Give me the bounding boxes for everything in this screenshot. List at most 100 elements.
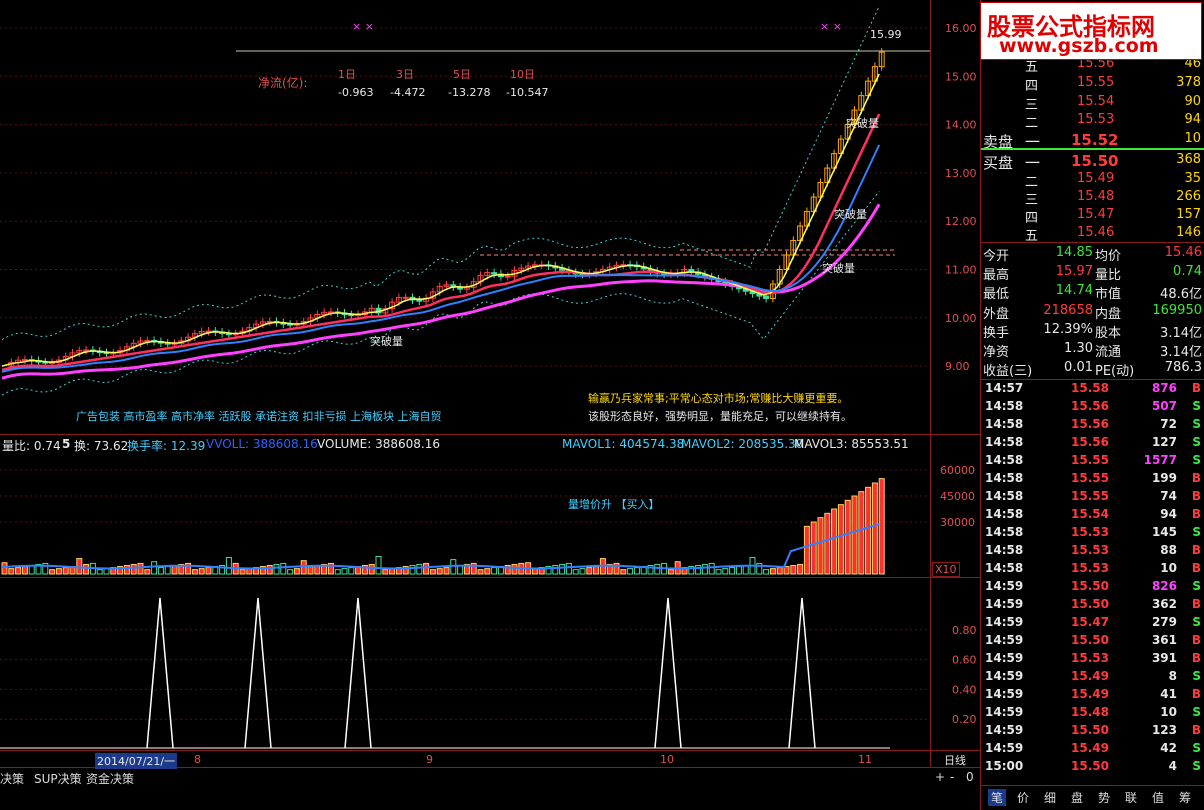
tick-price: 15.50	[1071, 633, 1109, 647]
netflow-10d: -10.547	[506, 86, 549, 99]
tick-time: 14:58	[985, 489, 1024, 503]
tick-time: 14:58	[985, 543, 1024, 557]
tab-trend[interactable]: 势	[1098, 789, 1110, 806]
tab-detail[interactable]: 细	[1044, 789, 1056, 806]
volume-bar	[375, 555, 382, 575]
volume-bar	[831, 508, 838, 575]
zoom-out-button[interactable]: -	[950, 770, 954, 784]
zoom-reset-button[interactable]: 0	[966, 770, 974, 784]
tick-row[interactable]: 14:58 15.53 145 S	[981, 524, 1204, 542]
panel-divider	[0, 434, 980, 435]
mavol1-value: MAVOL1: 404574.38	[562, 437, 685, 451]
tab-value[interactable]: 值	[1152, 789, 1164, 806]
tick-volume: 507	[1151, 399, 1177, 413]
tick-row[interactable]: 14:59 15.50 123 B	[981, 722, 1204, 740]
tick-row[interactable]: 14:59 15.50 362 B	[981, 596, 1204, 614]
bid-price: 15.50	[1071, 152, 1119, 170]
tick-row[interactable]: 14:58 15.55 199 B	[981, 470, 1204, 488]
volume-bar	[151, 561, 158, 575]
tick-side: S	[1192, 615, 1201, 629]
tick-side: S	[1192, 453, 1201, 467]
tick-price: 15.50	[1071, 759, 1109, 773]
volume-bar	[96, 569, 103, 575]
tick-volume: 391	[1151, 651, 1177, 665]
tick-price: 15.48	[1071, 705, 1109, 719]
tick-volume: 10	[1160, 705, 1177, 719]
tick-price: 15.56	[1071, 399, 1109, 413]
tab-linked[interactable]: 联	[1125, 789, 1137, 806]
volume-bar	[572, 569, 579, 575]
tab-orderbook[interactable]: 盘	[1071, 789, 1083, 806]
tick-time: 14:58	[985, 399, 1024, 413]
tick-row[interactable]: 14:58 15.56 72 S	[981, 416, 1204, 434]
tick-row[interactable]: 14:57 15.58 876 B	[981, 380, 1204, 398]
tick-volume: 361	[1151, 633, 1177, 647]
indicator-tick-label: 0.60	[952, 654, 977, 667]
tick-row[interactable]: 14:59 15.49 42 S	[981, 740, 1204, 758]
stat-label: 市值	[1095, 287, 1122, 303]
tick-price: 15.58	[1071, 381, 1109, 395]
volume-value: VOLUME: 388608.16	[317, 437, 440, 451]
stat-label: 最低	[983, 287, 1010, 303]
tick-row[interactable]: 14:59 15.49 41 B	[981, 686, 1204, 704]
turnover-rate: 换手率: 12.39	[127, 439, 206, 453]
month-label: 9	[426, 753, 433, 766]
tick-time: 15:00	[985, 759, 1024, 773]
kline-chart[interactable]: 16.00 15.00 14.00 13.00 12.00 11.00 10.00 9.00 6…	[0, 0, 980, 767]
volume-bar	[300, 560, 307, 575]
tick-volume: 279	[1151, 615, 1177, 629]
tick-row[interactable]: 15:00 15.50 4 S	[981, 758, 1204, 776]
breakout-label: 突破量	[834, 208, 867, 221]
bid-row-5: 五 15.46 146	[981, 224, 1204, 244]
tab-trades[interactable]: 笔	[988, 789, 1007, 806]
tab-fund-decision[interactable]: 资金决策	[86, 770, 134, 787]
tick-volume: 1577	[1143, 453, 1177, 467]
volume-bar	[28, 565, 35, 575]
tick-time: 14:59	[985, 669, 1024, 683]
tick-row[interactable]: 14:58 15.54 94 B	[981, 506, 1204, 524]
stat-value: 48.6亿	[1160, 287, 1202, 303]
volume-bar	[123, 565, 130, 575]
tick-row[interactable]: 14:59 15.49 8 S	[981, 668, 1204, 686]
volume-bar	[239, 569, 246, 575]
volume-bar	[287, 569, 294, 575]
bid-price: 15.47	[1077, 207, 1115, 222]
tab-price[interactable]: 价	[1017, 789, 1029, 806]
volume-bar	[776, 567, 783, 575]
period-type[interactable]: 日线	[944, 752, 966, 768]
month-label: 11	[858, 753, 872, 766]
tick-row[interactable]: 14:59 15.53 391 B	[981, 650, 1204, 668]
period-3d: 3日	[396, 68, 414, 81]
tab-sup-decision[interactable]: SUP决策	[34, 770, 82, 787]
volume-bar	[491, 567, 498, 575]
price-tick-label: 15.00	[945, 70, 977, 83]
tick-row[interactable]: 14:59 15.50 361 B	[981, 632, 1204, 650]
tick-price: 15.53	[1071, 651, 1109, 665]
breakout-label: 突破量	[370, 335, 403, 348]
tab-decision[interactable]: 决策	[0, 770, 24, 787]
candle	[21, 359, 28, 362]
tick-row[interactable]: 14:58 15.55 74 B	[981, 488, 1204, 506]
tick-price: 15.50	[1071, 579, 1109, 593]
tick-row[interactable]: 14:59 15.47 279 S	[981, 614, 1204, 632]
zoom-in-button[interactable]: +	[935, 770, 945, 784]
tick-row[interactable]: 14:59 15.48 10 S	[981, 704, 1204, 722]
tick-row[interactable]: 14:58 15.55 1577 S	[981, 452, 1204, 470]
tick-side: B	[1191, 489, 1201, 503]
tick-volume: 362	[1151, 597, 1177, 611]
tick-volume: 876	[1151, 381, 1177, 395]
tick-row[interactable]: 14:58 15.56 127 S	[981, 434, 1204, 452]
tick-row[interactable]: 14:58 15.56 507 S	[981, 398, 1204, 416]
high-price-label: 15.99	[870, 28, 902, 41]
bid-price: 15.46	[1077, 225, 1115, 240]
tick-row[interactable]: 14:58 15.53 10 B	[981, 560, 1204, 578]
tab-chips[interactable]: 筹	[1179, 789, 1191, 806]
signal-marks: × ×	[352, 20, 374, 33]
tick-volume: 10	[1160, 561, 1177, 575]
mavol2-value: MAVOL2: 208535.30	[681, 437, 804, 451]
tick-row[interactable]: 14:58 15.53 88 B	[981, 542, 1204, 560]
tick-row[interactable]: 14:59 15.50 826 S	[981, 578, 1204, 596]
tick-time: 14:58	[985, 417, 1024, 431]
tick-time: 14:58	[985, 507, 1024, 521]
volume-bar	[83, 563, 90, 575]
